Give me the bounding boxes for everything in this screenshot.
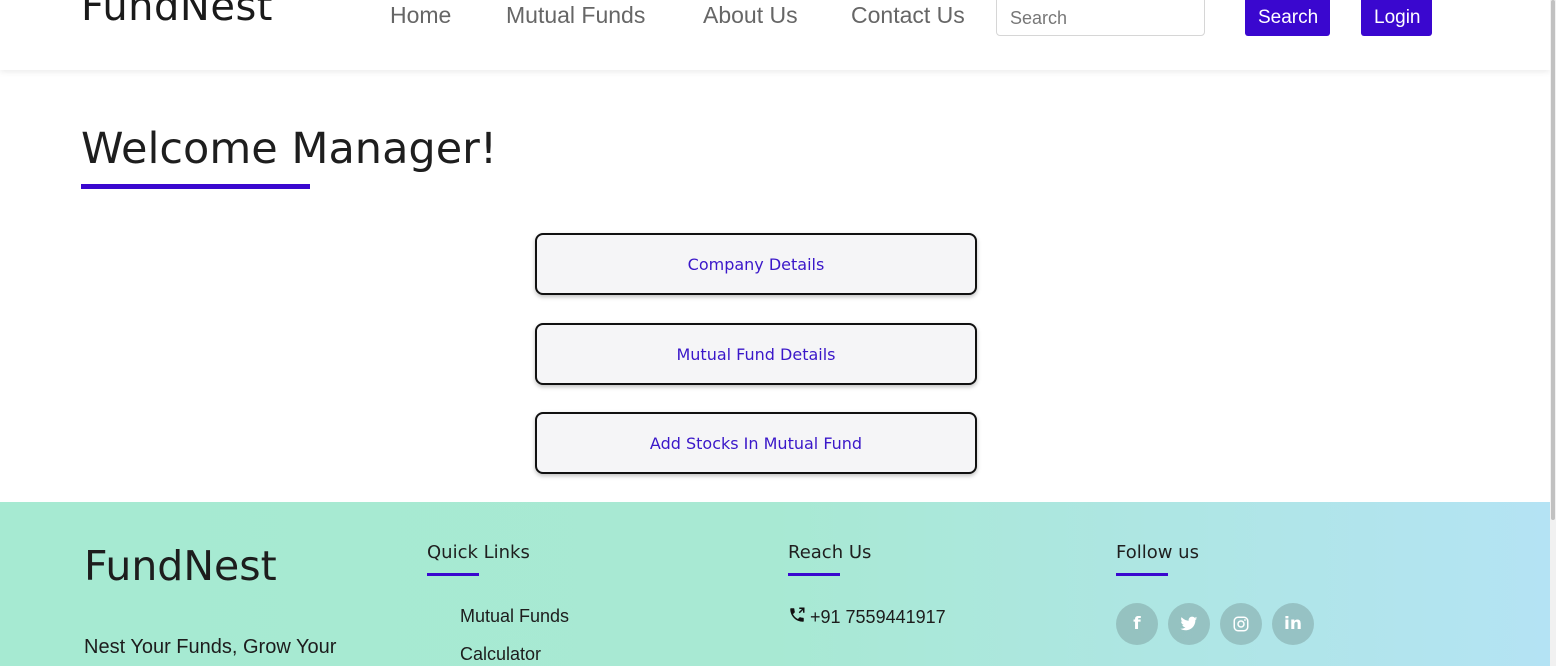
footer-link-calculator[interactable]: Calculator: [460, 644, 541, 665]
footer: FundNest Nest Your Funds, Grow Your Quic…: [0, 502, 1550, 666]
phone-icon: [788, 606, 806, 629]
quick-links-heading: Quick Links: [427, 542, 530, 563]
footer-link-mutual-funds[interactable]: Mutual Funds: [460, 606, 569, 627]
quick-links-underline: [427, 573, 479, 576]
scrollbar-thumb[interactable]: [1551, 0, 1555, 520]
instagram-icon[interactable]: [1220, 603, 1262, 645]
search-button[interactable]: Search: [1245, 0, 1330, 36]
footer-brand: FundNest: [84, 542, 277, 590]
twitter-icon[interactable]: [1168, 603, 1210, 645]
follow-us-underline: [1116, 573, 1168, 576]
nav-mutual-funds[interactable]: Mutual Funds: [506, 0, 645, 30]
follow-us-heading: Follow us: [1116, 542, 1199, 563]
add-stocks-button[interactable]: Add Stocks In Mutual Fund: [535, 412, 977, 474]
phone-contact[interactable]: +91 7559441917: [788, 606, 946, 629]
phone-number: +91 7559441917: [810, 607, 946, 627]
footer-tagline: Nest Your Funds, Grow Your: [84, 636, 337, 658]
company-details-button[interactable]: Company Details: [535, 233, 977, 295]
page-title: Welcome Manager!: [81, 124, 498, 174]
brand-logo[interactable]: FundNest: [81, 0, 273, 30]
title-underline: [81, 184, 310, 189]
nav-about-us[interactable]: About Us: [703, 0, 798, 30]
reach-us-heading: Reach Us: [788, 542, 872, 563]
nav-home[interactable]: Home: [390, 0, 451, 30]
reach-us-underline: [788, 573, 840, 576]
nav-contact-us[interactable]: Contact Us: [851, 0, 965, 30]
linkedin-icon[interactable]: in: [1272, 603, 1314, 645]
mutual-fund-details-button[interactable]: Mutual Fund Details: [535, 323, 977, 385]
facebook-icon[interactable]: f: [1116, 603, 1158, 645]
search-input[interactable]: [996, 0, 1205, 36]
top-navbar: FundNest Home Mutual Funds About Us Cont…: [0, 0, 1550, 70]
login-button[interactable]: Login: [1361, 0, 1432, 36]
